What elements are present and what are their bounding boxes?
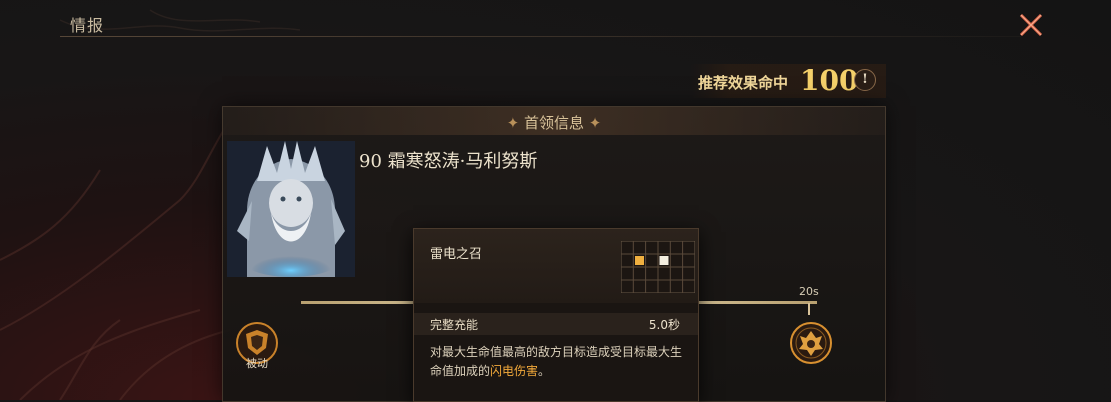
tooltip-charge-row: 完整充能 5.0秒	[414, 313, 698, 335]
passive-label: 被动	[246, 357, 268, 370]
tooltip-skill-name: 雷电之召	[430, 247, 483, 262]
skill-description: 对最大生命值最高的敌方目标造成受目标最大生命值加成的闪电伤害。	[430, 343, 686, 381]
top-divider	[60, 36, 1021, 37]
recommended-hit-value: 100	[800, 64, 859, 97]
top-bar: 情报	[0, 0, 1111, 48]
close-icon[interactable]	[1016, 10, 1046, 40]
lightning-damage-keyword[interactable]: 闪电伤害	[490, 364, 538, 378]
boss-emblem-icon[interactable]	[789, 321, 833, 365]
timeline-marker	[808, 303, 810, 315]
page-title: 情报	[70, 16, 105, 35]
boss-name: 90 霜寒怒涛·马利努斯	[359, 151, 538, 172]
charge-value: 5.0秒	[648, 318, 680, 332]
recommended-hit-rate: 推荐效果命中 100 !	[690, 64, 886, 98]
panel-header: ✦ 首领信息 ✦	[223, 107, 885, 135]
panel-title-text: 首领信息	[523, 114, 584, 132]
timeline-time-label: 20s	[799, 285, 819, 298]
panel-title: ✦ 首领信息 ✦	[506, 114, 602, 132]
recommended-hit-label: 推荐效果命中	[698, 74, 789, 92]
skill-range-grid-icon	[621, 241, 695, 293]
boss-portrait	[227, 141, 355, 277]
info-icon[interactable]: !	[854, 69, 876, 91]
skill-description-end: 。	[538, 364, 551, 378]
skill-tooltip: 雷电之召 完整充能 5.0秒 对最大生命值最高的敌方目标造成受目标最大生命值加成…	[413, 228, 699, 402]
charge-label: 完整充能	[430, 318, 479, 332]
skill-description-text: 对最大生命值最高的敌方目标造成受目标最大生命值加成的	[430, 345, 683, 378]
